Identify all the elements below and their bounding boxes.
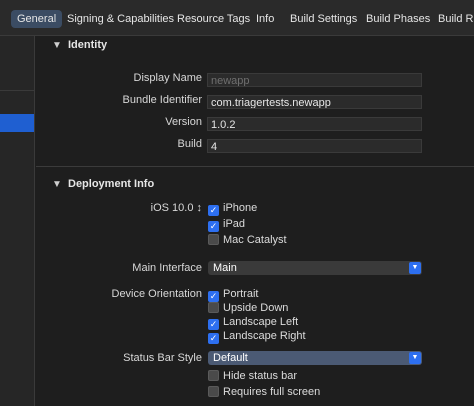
checkmark-icon: ✓ (208, 221, 219, 232)
device-mac-catalyst-label: Mac Catalyst (223, 234, 287, 246)
requires-full-screen-checkbox[interactable]: Requires full screen (208, 385, 320, 399)
version-label: Version (165, 116, 202, 128)
build-label: Build (177, 138, 202, 150)
deployment-header-label: Deployment Info (68, 178, 155, 190)
sidebar-selected-target[interactable] (0, 114, 34, 132)
orientation-landscape-left-label: Landscape Left (223, 316, 299, 328)
orientation-portrait-checkbox[interactable]: ✓ Portrait (208, 287, 259, 302)
checkmark-icon: ✓ (208, 205, 219, 216)
device-mac-catalyst-checkbox[interactable]: Mac Catalyst (208, 233, 287, 247)
status-bar-style-select[interactable]: Default ▼ (208, 351, 422, 365)
tab-build-rules[interactable]: Build Ru (438, 10, 474, 28)
identity-section-header[interactable]: ▼ Identity (52, 36, 107, 54)
device-iphone-label: iPhone (223, 202, 258, 214)
chevron-down-icon: ▼ (52, 40, 62, 51)
bundle-identifier-label: Bundle Identifier (122, 94, 203, 106)
status-bar-style-label: Status Bar Style (123, 352, 202, 364)
identity-header-label: Identity (68, 39, 108, 51)
bundle-identifier-field[interactable]: com.triagertests.newapp (207, 95, 422, 109)
display-name-field[interactable]: newapp (207, 73, 422, 87)
main-interface-value: Main (213, 262, 237, 274)
device-ipad-checkbox[interactable]: ✓ iPad (208, 217, 246, 232)
main-interface-select[interactable]: Main ▼ (208, 261, 422, 275)
device-ipad-label: iPad (223, 218, 246, 230)
unchecked-box-icon (208, 386, 219, 397)
dropdown-arrow-icon: ▼ (409, 262, 421, 274)
unchecked-box-icon (208, 234, 219, 245)
build-field[interactable]: 4 (207, 139, 422, 153)
chevron-down-icon: ▼ (52, 179, 62, 190)
device-orientation-label: Device Orientation (111, 288, 203, 300)
orientation-upside-down-checkbox[interactable]: Upside Down (208, 301, 288, 315)
tab-resource-tags[interactable]: Resource Tags (177, 10, 250, 28)
sidebar-divider (0, 90, 34, 91)
version-field[interactable]: 1.0.2 (207, 117, 422, 131)
orientation-portrait-label: Portrait (223, 288, 259, 300)
requires-full-screen-label: Requires full screen (223, 386, 321, 398)
tab-signing-capabilities[interactable]: Signing & Capabilities (67, 10, 174, 28)
device-iphone-checkbox[interactable]: ✓ iPhone (208, 201, 258, 216)
main-interface-label: Main Interface (132, 262, 202, 274)
tab-info[interactable]: Info (256, 10, 274, 28)
tab-build-phases[interactable]: Build Phases (366, 10, 430, 28)
tab-build-settings[interactable]: Build Settings (290, 10, 357, 28)
dropdown-arrow-icon: ▼ (409, 352, 421, 364)
unchecked-box-icon (208, 370, 219, 381)
hide-status-bar-label: Hide status bar (223, 370, 297, 382)
hide-status-bar-checkbox[interactable]: Hide status bar (208, 369, 297, 383)
ios-deployment-target-popup[interactable]: iOS 10.0 ↕ (110, 202, 202, 214)
orientation-landscape-left-checkbox[interactable]: ✓ Landscape Left (208, 315, 299, 330)
targets-sidebar (0, 36, 35, 406)
display-name-label: Display Name (133, 72, 202, 84)
orientation-landscape-right-label: Landscape Right (223, 330, 306, 342)
orientation-upside-down-label: Upside Down (223, 302, 289, 314)
checkmark-icon: ✓ (208, 333, 219, 344)
deployment-info-section-header[interactable]: ▼ Deployment Info (52, 175, 154, 193)
tab-general[interactable]: General (11, 10, 63, 28)
unchecked-box-icon (208, 302, 219, 313)
section-divider (36, 166, 474, 167)
orientation-landscape-right-checkbox[interactable]: ✓ Landscape Right (208, 329, 306, 344)
status-bar-style-value: Default (213, 352, 248, 364)
editor-tab-bar: General Signing & Capabilities Resource … (0, 0, 474, 36)
